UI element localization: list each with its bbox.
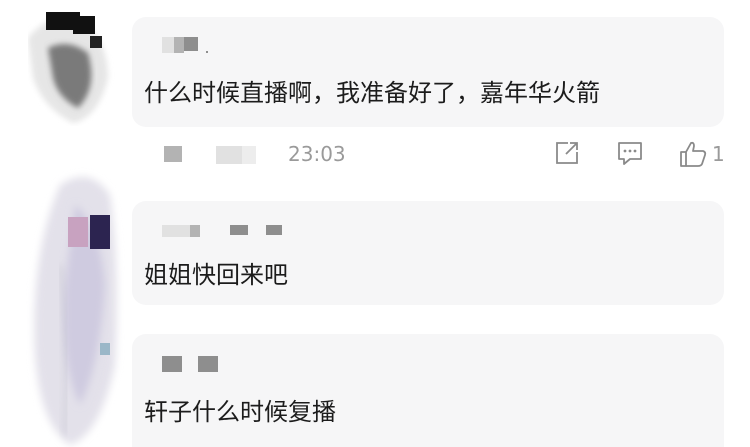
username-redacted[interactable] bbox=[162, 37, 282, 53]
comment-card: 什么时候直播啊，我准备好了，嘉年华火箭 bbox=[132, 17, 724, 127]
username-redacted bbox=[164, 146, 182, 162]
avatar[interactable] bbox=[20, 165, 128, 447]
thumbs-up-icon[interactable] bbox=[678, 140, 708, 172]
comment-icon[interactable] bbox=[616, 140, 644, 170]
comment-text: 什么时候直播啊，我准备好了，嘉年华火箭 bbox=[144, 79, 600, 107]
avatar-image bbox=[34, 177, 117, 445]
comment-text: 姐姐快回来吧 bbox=[144, 261, 288, 289]
share-icon[interactable] bbox=[554, 140, 580, 170]
comment-card: 轩子什么时候复播 bbox=[132, 334, 724, 447]
comment-text: 轩子什么时候复播 bbox=[144, 398, 336, 426]
avatar-image bbox=[28, 12, 108, 123]
username-redacted bbox=[216, 146, 242, 164]
comment-meta: 23:03 1 bbox=[132, 134, 732, 174]
avatar[interactable] bbox=[28, 8, 132, 126]
like-count: 1 bbox=[712, 142, 725, 166]
username-redacted[interactable] bbox=[162, 221, 282, 237]
comment-card: 姐姐快回来吧 bbox=[132, 201, 724, 305]
comment-time: 23:03 bbox=[288, 142, 346, 166]
username-redacted[interactable] bbox=[162, 354, 282, 372]
